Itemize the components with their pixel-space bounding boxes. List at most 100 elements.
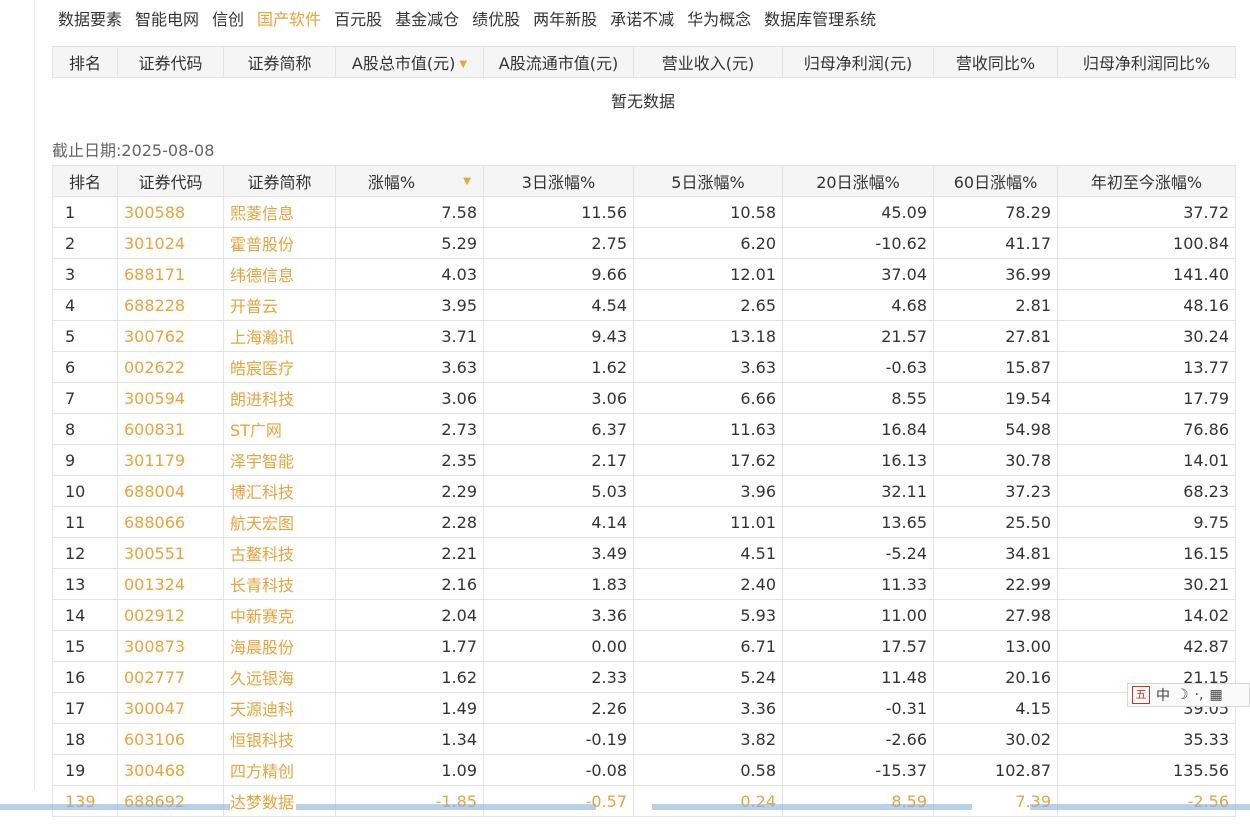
table-row[interactable]: 15 300873 海晨股份 1.77 0.00 6.71 17.57 13.00 42.87	[52, 630, 1236, 662]
table-row[interactable]: 13 001324 长青科技 2.16 1.83 2.40 11.33 22.99 30.21	[52, 568, 1236, 600]
tab-10[interactable]: 数据库管理系统	[764, 6, 876, 30]
name-link[interactable]: 中新赛克	[223, 599, 336, 631]
table-row[interactable]: 17 300047 天源迪科 1.49 2.26 3.36 -0.31 4.15 39.05	[52, 692, 1236, 724]
code-link[interactable]: 300047	[117, 692, 224, 724]
table-row[interactable]: 5 300762 上海瀚讯 3.71 9.43 13.18 21.57 27.81 30.24	[52, 320, 1236, 352]
tab-0[interactable]: 数据要素	[58, 6, 122, 30]
name-link[interactable]: 四方精创	[223, 754, 336, 786]
table-row[interactable]: 2 301024 霍普股份 5.29 2.75 6.20 -10.62 41.17 100.84	[52, 227, 1236, 259]
ticker-item[interactable]	[1030, 804, 1250, 810]
table-row[interactable]: 9 301179 泽宇智能 2.35 2.17 17.62 16.13 30.78 14.01	[52, 444, 1236, 476]
gain-header-cell[interactable]: 证券简称	[223, 165, 336, 197]
financial-header-cell[interactable]: A股总市值(元) ▼	[335, 46, 484, 78]
ime-language-toggle[interactable]: 中	[1156, 685, 1170, 705]
punctuation-icon[interactable]: ·,	[1195, 687, 1204, 703]
name-link[interactable]: 长青科技	[223, 568, 336, 600]
tab-3[interactable]: 国产软件	[257, 6, 321, 30]
financial-header-cell[interactable]: 归母净利润(元)	[782, 46, 934, 78]
code-link[interactable]: 300762	[117, 320, 224, 352]
financial-header-cell[interactable]: A股流通市值(元)	[483, 46, 634, 78]
gain-header-cell[interactable]: 排名	[52, 165, 118, 197]
financial-header-cell[interactable]: 营业收入(元)	[633, 46, 783, 78]
soft-keyboard-icon[interactable]: ▦	[1209, 687, 1222, 703]
name-link[interactable]: 开普云	[223, 289, 336, 321]
code-link[interactable]: 300468	[117, 754, 224, 786]
table-row[interactable]: 16 002777 久远银海 1.62 2.33 5.24 11.48 20.16 21.15	[52, 661, 1236, 693]
moon-icon[interactable]: ☽	[1176, 687, 1189, 703]
code-link[interactable]: 603106	[117, 723, 224, 755]
name-link[interactable]: 恒银科技	[223, 723, 336, 755]
name-link[interactable]: 航天宏图	[223, 506, 336, 538]
code-link[interactable]: 002777	[117, 661, 224, 693]
name-link[interactable]: 霍普股份	[223, 227, 336, 259]
code-link[interactable]: 001324	[117, 568, 224, 600]
table-row[interactable]: 10 688004 博汇科技 2.29 5.03 3.96 32.11 37.23 68.23	[52, 475, 1236, 507]
tab-9[interactable]: 华为概念	[687, 6, 751, 30]
table-row[interactable]: 7 300594 朗进科技 3.06 3.06 6.66 8.55 19.54 17.79	[52, 382, 1236, 414]
table-row[interactable]: 11 688066 航天宏图 2.28 4.14 11.01 13.65 25.50 9.75	[52, 506, 1236, 538]
gain-header-cell[interactable]: 3日涨幅%	[483, 165, 634, 197]
code-link[interactable]: 600831	[117, 413, 224, 445]
tab-7[interactable]: 两年新股	[533, 6, 597, 30]
name-link[interactable]: 海晨股份	[223, 630, 336, 662]
tab-1[interactable]: 智能电网	[135, 6, 199, 30]
name-link[interactable]: ST广网	[223, 413, 336, 445]
sort-desc-icon[interactable]: ▼	[463, 176, 471, 187]
financial-header-cell[interactable]: 证券简称	[223, 46, 336, 78]
code-link[interactable]: 688171	[117, 258, 224, 290]
table-row[interactable]: 19 300468 四方精创 1.09 -0.08 0.58 -15.37 102.87 135…	[52, 754, 1236, 786]
financial-header-cell[interactable]: 营收同比%	[933, 46, 1058, 78]
gain-header-cell[interactable]: 涨幅% ▼	[335, 165, 484, 197]
name-link[interactable]: 泽宇智能	[223, 444, 336, 476]
name-link[interactable]: 上海瀚讯	[223, 320, 336, 352]
gain-header-cell[interactable]: 20日涨幅%	[782, 165, 934, 197]
name-link[interactable]: 天源迪科	[223, 692, 336, 724]
code-link[interactable]: 002622	[117, 351, 224, 383]
table-row[interactable]: 4 688228 开普云 3.95 4.54 2.65 4.68 2.81 48.16	[52, 289, 1236, 321]
gain-3d-cell: 4.14	[483, 506, 634, 538]
ime-mode-icon[interactable]: 五	[1132, 686, 1150, 704]
gain-header-cell[interactable]: 证券代码	[117, 165, 224, 197]
sort-desc-icon[interactable]: ▼	[459, 59, 467, 70]
gain-header-cell[interactable]: 年初至今涨幅%	[1057, 165, 1236, 197]
table-row[interactable]: 8 600831 ST广网 2.73 6.37 11.63 16.84 54.98 76.86	[52, 413, 1236, 445]
table-row[interactable]: 12 300551 古鳌科技 2.21 3.49 4.51 -5.24 34.81 16.15	[52, 537, 1236, 569]
ticker-item[interactable]	[296, 804, 596, 810]
tab-5[interactable]: 基金减仓	[395, 6, 459, 30]
gain-header-cell[interactable]: 60日涨幅%	[933, 165, 1058, 197]
news-ticker[interactable]	[0, 796, 1250, 838]
tab-4[interactable]: 百元股	[334, 6, 382, 30]
name-link[interactable]: 博汇科技	[223, 475, 336, 507]
code-link[interactable]: 301179	[117, 444, 224, 476]
financial-header-cell[interactable]: 归母净利润同比%	[1057, 46, 1236, 78]
tab-6[interactable]: 绩优股	[472, 6, 520, 30]
tab-8[interactable]: 承诺不减	[610, 6, 674, 30]
table-row[interactable]: 3 688171 纬德信息 4.03 9.66 12.01 37.04 36.99 141.40	[52, 258, 1236, 290]
name-link[interactable]: 熙菱信息	[223, 196, 336, 228]
ime-toolbar[interactable]: 五 中 ☽ ·, ▦	[1127, 683, 1250, 707]
table-row[interactable]: 6 002622 皓宸医疗 3.63 1.62 3.63 -0.63 15.87 13.77	[52, 351, 1236, 383]
tab-2[interactable]: 信创	[212, 6, 244, 30]
code-link[interactable]: 300873	[117, 630, 224, 662]
name-link[interactable]: 纬德信息	[223, 258, 336, 290]
code-link[interactable]: 688066	[117, 506, 224, 538]
code-link[interactable]: 688228	[117, 289, 224, 321]
ticker-item[interactable]	[0, 804, 230, 810]
name-link[interactable]: 久远银海	[223, 661, 336, 693]
ticker-item[interactable]	[652, 804, 972, 810]
financial-header-cell[interactable]: 排名	[52, 46, 118, 78]
name-link[interactable]: 朗进科技	[223, 382, 336, 414]
gain-header-cell[interactable]: 5日涨幅%	[633, 165, 783, 197]
code-link[interactable]: 300551	[117, 537, 224, 569]
table-row[interactable]: 18 603106 恒银科技 1.34 -0.19 3.82 -2.66 30.02 35.33	[52, 723, 1236, 755]
code-link[interactable]: 300594	[117, 382, 224, 414]
name-link[interactable]: 皓宸医疗	[223, 351, 336, 383]
code-link[interactable]: 002912	[117, 599, 224, 631]
code-link[interactable]: 301024	[117, 227, 224, 259]
financial-header-cell[interactable]: 证券代码	[117, 46, 224, 78]
table-row[interactable]: 14 002912 中新赛克 2.04 3.36 5.93 11.00 27.98 14.02	[52, 599, 1236, 631]
code-link[interactable]: 688004	[117, 475, 224, 507]
name-link[interactable]: 古鳌科技	[223, 537, 336, 569]
code-link[interactable]: 300588	[117, 196, 224, 228]
table-row[interactable]: 1 300588 熙菱信息 7.58 11.56 10.58 45.09 78.29 37.72	[52, 196, 1236, 228]
